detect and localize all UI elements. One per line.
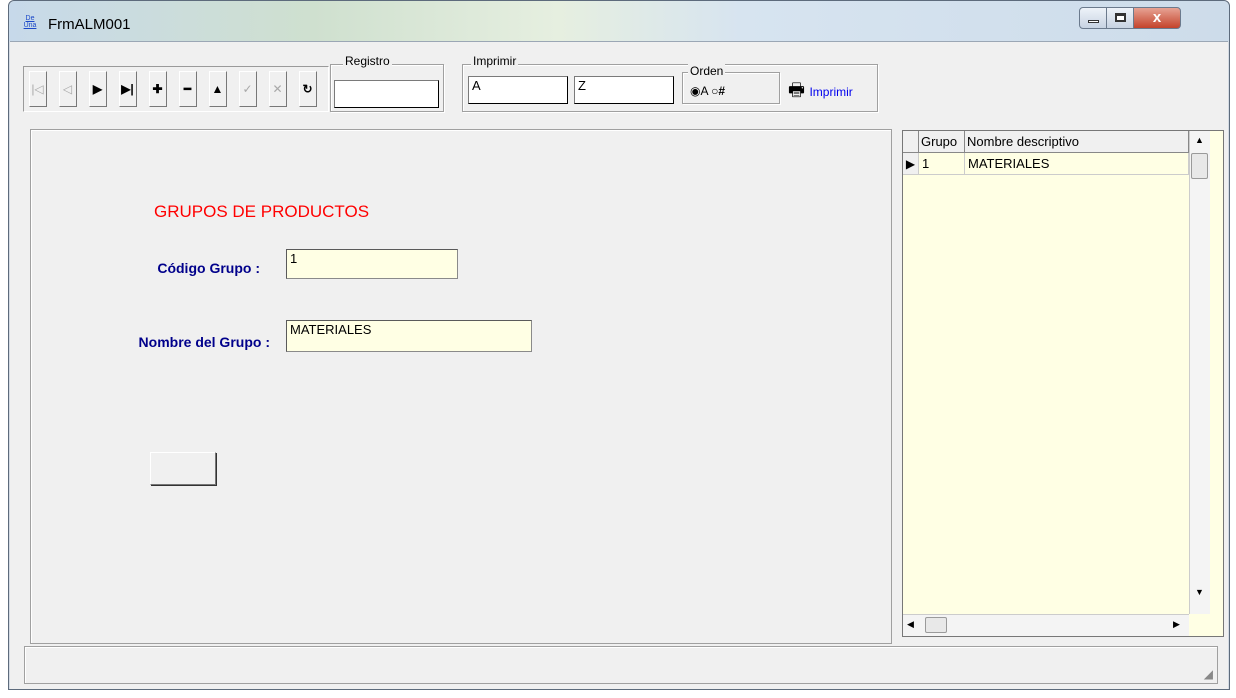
- save-record-icon: ✓: [242, 82, 253, 96]
- previous-record-icon: ◁: [62, 82, 73, 96]
- print-button-label: Imprimir: [809, 85, 853, 99]
- toolbar: |◁ ◁ ▶ ▶| ✚ ━ ▲ ✓ ✕ ↻ Registro Imprimir A Z Orden…: [10, 42, 1228, 122]
- cancel-edit-icon: ✕: [272, 82, 283, 96]
- printer-icon: 🖶: [788, 80, 805, 100]
- title-bar[interactable]: De Una FrmALM001 x: [9, 1, 1229, 41]
- window-title: FrmALM001: [48, 16, 131, 33]
- vertical-scroll-thumb[interactable]: [1191, 153, 1208, 179]
- orden-option-alpha-label: A: [700, 84, 708, 98]
- save-record-button[interactable]: ✓: [238, 71, 257, 107]
- edit-record-icon: ▲: [211, 82, 224, 96]
- scroll-down-icon[interactable]: ▼: [1195, 587, 1204, 597]
- orden-radio-alpha-icon[interactable]: ◉: [690, 84, 700, 98]
- vertical-scrollbar[interactable]: ▲ ▼: [1189, 131, 1210, 614]
- print-from-input[interactable]: A: [468, 76, 568, 104]
- next-record-icon: ▶: [92, 82, 103, 96]
- imprimir-label: Imprimir: [471, 54, 519, 68]
- maximize-button[interactable]: [1106, 7, 1134, 29]
- table-cell-grupo[interactable]: 1: [919, 153, 965, 175]
- close-button[interactable]: x: [1133, 7, 1181, 29]
- horizontal-scroll-thumb[interactable]: [925, 617, 947, 633]
- refresh-icon: ↻: [302, 82, 313, 96]
- cancel-edit-button[interactable]: ✕: [268, 71, 287, 107]
- delete-record-icon: ━: [183, 82, 192, 96]
- delete-record-button[interactable]: ━: [178, 71, 197, 107]
- action-button[interactable]: [150, 452, 216, 485]
- add-record-button[interactable]: ✚: [148, 71, 167, 107]
- refresh-button[interactable]: ↻: [298, 71, 317, 107]
- column-header-grupo[interactable]: Grupo: [919, 131, 965, 153]
- maximize-icon: [1115, 13, 1126, 22]
- registro-input[interactable]: [334, 80, 439, 108]
- orden-label: Orden: [688, 64, 726, 78]
- edit-record-button[interactable]: ▲: [208, 71, 227, 107]
- record-navigator: |◁ ◁ ▶ ▶| ✚ ━ ▲ ✓ ✕ ↻: [23, 66, 329, 112]
- column-header-nombre[interactable]: Nombre descriptivo: [965, 131, 1189, 153]
- resize-grip-icon[interactable]: ◢: [1204, 667, 1213, 681]
- scroll-right-icon[interactable]: ▶: [1173, 619, 1180, 630]
- first-record-icon: |◁: [31, 82, 44, 96]
- minimize-button[interactable]: [1079, 7, 1107, 29]
- minimize-icon: [1088, 20, 1099, 23]
- horizontal-scrollbar[interactable]: ◀ ▶: [903, 614, 1189, 636]
- next-record-button[interactable]: ▶: [88, 71, 107, 107]
- previous-record-button[interactable]: ◁: [58, 71, 77, 107]
- scroll-up-icon[interactable]: ▲: [1195, 135, 1204, 145]
- nombre-grupo-label: Nombre del Grupo :: [138, 334, 270, 350]
- data-grid[interactable]: Grupo Nombre descriptivo ▶ 1 MATERIALES …: [902, 130, 1224, 637]
- app-window: De Una FrmALM001 x |◁ ◁ ▶ ▶| ✚ ━ ▲ ✓ ✕ ↻ Registro…: [8, 0, 1230, 690]
- current-row-indicator-icon[interactable]: ▶: [903, 153, 919, 175]
- table-cell-nombre[interactable]: MATERIALES: [965, 153, 1189, 175]
- print-button[interactable]: 🖶 Imprimir: [788, 78, 853, 108]
- add-record-icon: ✚: [152, 82, 163, 96]
- nombre-grupo-input[interactable]: MATERIALES: [286, 320, 532, 352]
- codigo-grupo-input[interactable]: 1: [286, 249, 458, 279]
- codigo-grupo-label: Código Grupo :: [157, 260, 260, 276]
- page-title: GRUPOS DE PRODUCTOS: [154, 202, 370, 221]
- client-area: |◁ ◁ ▶ ▶| ✚ ━ ▲ ✓ ✕ ↻ Registro Imprimir A Z Orden…: [10, 41, 1228, 689]
- status-bar: ◢: [24, 646, 1218, 684]
- orden-option-num-label: #: [718, 84, 726, 98]
- first-record-button[interactable]: |◁: [28, 71, 47, 107]
- orden-options: ◉A ○#: [690, 84, 725, 98]
- app-icon: De Una: [23, 15, 37, 29]
- last-record-button[interactable]: ▶|: [118, 71, 137, 107]
- scroll-left-icon[interactable]: ◀: [907, 619, 914, 630]
- row-selector-header: [903, 131, 919, 153]
- close-icon: x: [1152, 9, 1162, 26]
- last-record-icon: ▶|: [121, 82, 134, 96]
- print-to-input[interactable]: Z: [574, 76, 674, 104]
- registro-label: Registro: [343, 54, 392, 68]
